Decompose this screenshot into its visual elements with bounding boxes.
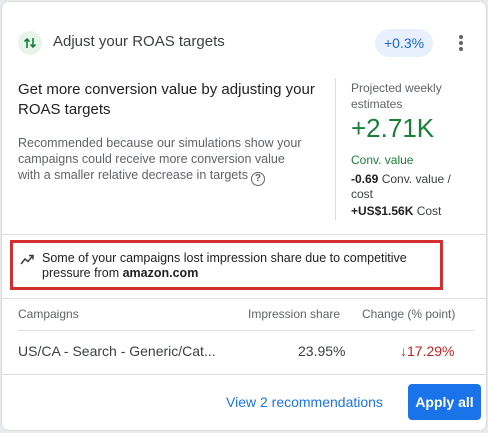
projection-unit: Conv. value <box>351 153 414 167</box>
competition-insight: Some of your campaigns lost impression s… <box>10 240 443 290</box>
competitor-domain: amazon.com <box>122 266 199 280</box>
trending-up-icon <box>20 252 34 271</box>
projection-label: Projected weekly estimates <box>351 81 442 111</box>
projection-value: +2.71K <box>351 113 435 143</box>
view-recommendations-link[interactable]: View 2 recommendations <box>226 394 383 410</box>
cost-estimate: +US$1.56K Cost <box>351 204 441 219</box>
cost-change: +US$1.56K <box>351 204 414 218</box>
arrow-down-icon: ↓ <box>400 343 407 359</box>
help-icon[interactable]: ? <box>250 172 265 186</box>
table-top-divider <box>2 298 486 299</box>
change-value: ↓17.29% <box>400 343 454 359</box>
column-header-impression-share: Impression share <box>248 307 341 321</box>
cost-label: Cost <box>416 204 442 218</box>
insight-text: Some of your campaigns lost impression s… <box>42 251 432 281</box>
vertical-divider <box>335 78 336 220</box>
table-header-divider <box>18 330 474 331</box>
conv-value-cost-estimate: -0.69 Conv. value / cost <box>351 172 471 202</box>
change-percent: 17.29% <box>407 343 455 359</box>
uplift-badge: +0.3% <box>375 29 434 57</box>
column-header-change: Change (% point) <box>362 307 456 321</box>
recommendation-headline: Get more conversion value by adjusting y… <box>18 81 315 118</box>
more-vert-icon[interactable] <box>449 29 473 57</box>
impression-share-value: 23.95% <box>298 343 346 359</box>
card-title: Adjust your ROAS targets <box>53 33 225 50</box>
swap-vertical-icon <box>18 31 42 55</box>
insight-message: Some of your campaigns lost impression s… <box>42 251 407 280</box>
column-header-campaigns: Campaigns <box>18 307 79 321</box>
footer-divider <box>2 374 486 375</box>
conv-value-cost-change: -0.69 <box>351 172 379 186</box>
apply-all-button[interactable]: Apply all <box>408 384 481 420</box>
campaign-name[interactable]: US/CA - Search - Generic/Cat... <box>18 343 216 359</box>
recommendation-card: Adjust your ROAS targets +0.3% Get more … <box>1 1 487 431</box>
recommendation-reason: Recommended because our simulations show… <box>18 135 303 186</box>
section-divider <box>2 234 486 235</box>
